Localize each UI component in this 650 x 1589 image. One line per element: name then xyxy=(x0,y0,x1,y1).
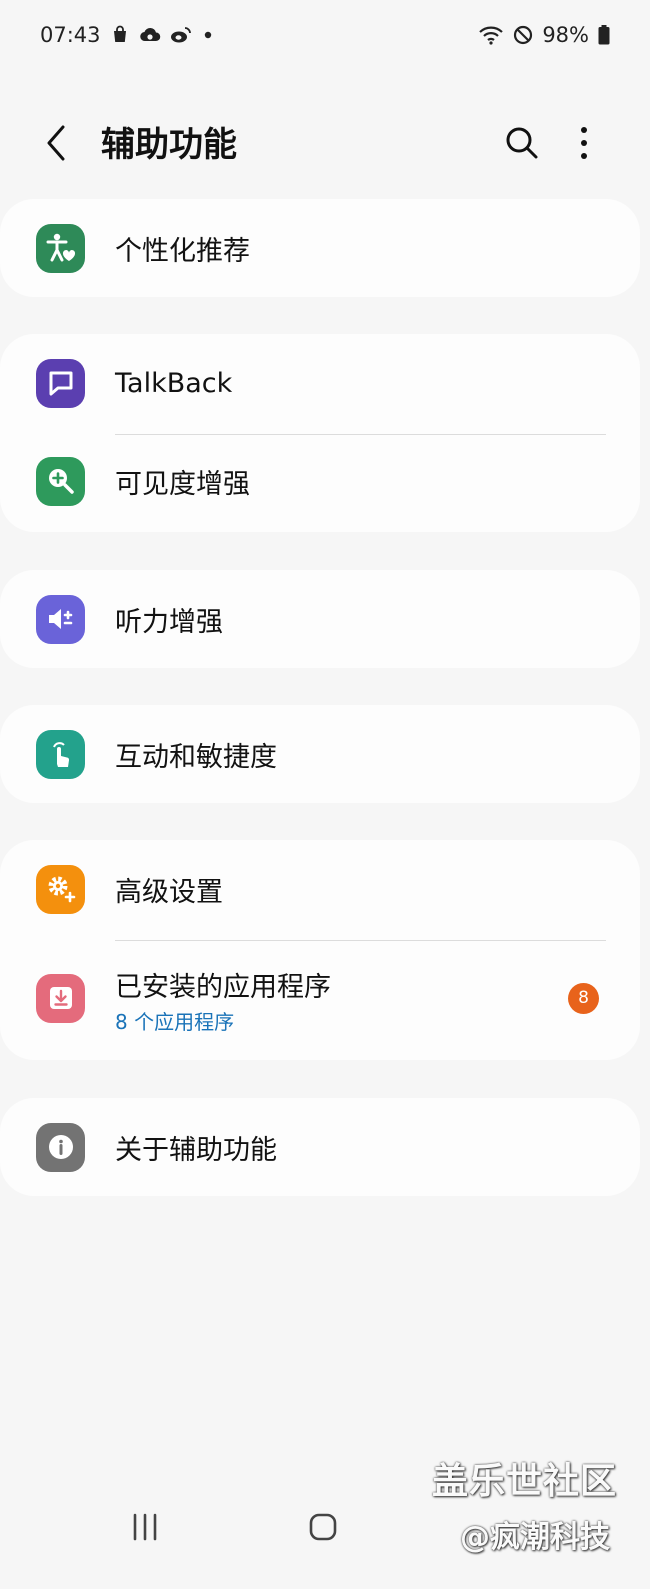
list-item-visibility-enhancements[interactable]: 可见度增强 xyxy=(0,432,640,530)
recent-apps-icon xyxy=(133,1513,157,1541)
accessibility-person-heart-icon xyxy=(36,223,85,273)
list-item-label: 互动和敏捷度 xyxy=(115,741,277,773)
home-icon xyxy=(309,1513,337,1541)
list-item-label: 个性化推荐 xyxy=(115,235,250,267)
search-button[interactable] xyxy=(500,121,544,165)
status-right: 98% xyxy=(478,23,610,47)
settings-group-1: 个性化推荐 xyxy=(0,199,640,297)
status-bar: 07:43 98% xyxy=(0,0,650,70)
settings-group-3: 听力增强 xyxy=(0,570,640,668)
home-button[interactable] xyxy=(306,1510,340,1544)
settings-group-5: 高级设置 已安装的应用程序 8 个应用程序 8 xyxy=(0,840,640,1060)
status-left: 07:43 xyxy=(40,23,215,47)
do-not-disturb-icon xyxy=(513,25,533,45)
more-vertical-icon xyxy=(581,127,587,159)
back-button[interactable] xyxy=(36,121,76,165)
cloud-sync-icon xyxy=(139,26,161,44)
battery-icon xyxy=(598,25,610,45)
list-item-label: 可见度增强 xyxy=(115,468,250,500)
gear-plus-icon xyxy=(36,864,85,914)
settings-group-6: 关于辅助功能 xyxy=(0,1098,640,1196)
page-title: 辅助功能 xyxy=(101,125,237,165)
talkback-chat-icon xyxy=(36,358,85,408)
magnifier-plus-icon xyxy=(36,456,85,506)
list-item-label: 高级设置 xyxy=(115,876,223,908)
settings-group-4: 互动和敏捷度 xyxy=(0,705,640,803)
list-item-interaction-dexterity[interactable]: 互动和敏捷度 xyxy=(0,705,640,803)
list-item-advanced-settings[interactable]: 高级设置 xyxy=(0,840,640,938)
touch-hand-icon xyxy=(36,729,85,779)
notification-badge: 8 xyxy=(568,982,599,1014)
list-item-label: TalkBack xyxy=(115,367,233,399)
list-item-hearing-enhancements[interactable]: 听力增强 xyxy=(0,570,640,668)
list-item-installed-apps[interactable]: 已安装的应用程序 8 个应用程序 8 xyxy=(0,938,640,1058)
wifi-icon xyxy=(478,25,504,45)
weibo-icon xyxy=(170,26,192,44)
list-item-subtitle: 8 个应用程序 xyxy=(115,1010,235,1034)
recent-apps-button[interactable] xyxy=(128,1510,162,1544)
battery-percent: 98% xyxy=(542,23,589,47)
navigation-bar xyxy=(0,1490,650,1565)
settings-group-2: TalkBack 可见度增强 xyxy=(0,334,640,532)
list-item-about-accessibility[interactable]: 关于辅助功能 xyxy=(0,1098,640,1196)
back-arrow-icon xyxy=(47,125,65,161)
hearing-speaker-icon xyxy=(36,594,85,644)
info-icon xyxy=(36,1122,85,1172)
search-icon xyxy=(506,127,538,159)
status-time: 07:43 xyxy=(40,23,101,47)
list-item-talkback[interactable]: TalkBack xyxy=(0,334,640,432)
download-box-icon xyxy=(36,973,85,1023)
list-item-label: 关于辅助功能 xyxy=(115,1134,277,1166)
list-item-personalized-recommendations[interactable]: 个性化推荐 xyxy=(0,199,640,297)
list-item-label: 听力增强 xyxy=(115,606,223,638)
more-options-button[interactable] xyxy=(566,121,602,165)
shopping-bag-icon xyxy=(110,25,130,45)
app-bar: 辅助功能 xyxy=(0,95,650,190)
notification-dot-icon xyxy=(201,28,215,42)
list-item-label: 已安装的应用程序 xyxy=(115,972,331,1003)
